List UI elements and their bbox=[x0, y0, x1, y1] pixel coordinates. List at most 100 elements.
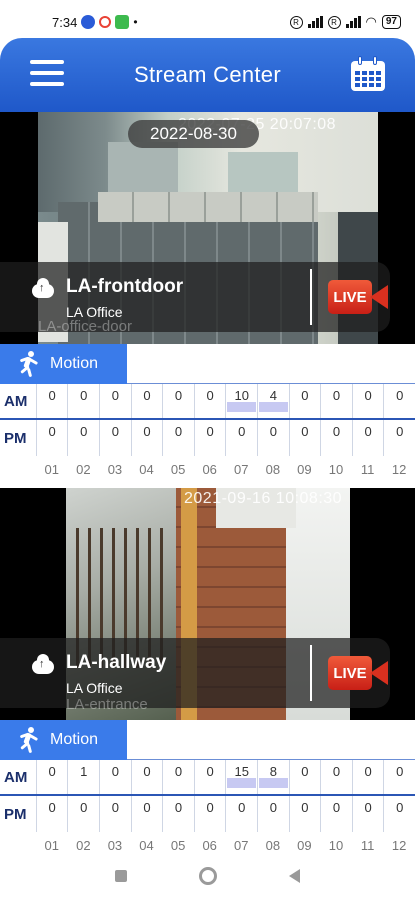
calendar-icon[interactable] bbox=[351, 56, 385, 92]
pm-cell-04[interactable]: 0 bbox=[130, 420, 163, 456]
video-camera-icon bbox=[370, 285, 388, 309]
pm-cell-06[interactable]: 0 bbox=[193, 420, 226, 456]
hour-label: 04 bbox=[139, 462, 154, 477]
home-icon[interactable] bbox=[199, 867, 217, 885]
am-cell-03[interactable]: 0 bbox=[99, 760, 131, 794]
back-icon[interactable] bbox=[289, 869, 300, 883]
am-cell-01[interactable]: 0 bbox=[35, 760, 68, 794]
pm-cell-03[interactable]: 0 bbox=[99, 420, 131, 456]
pm-cell-08[interactable]: 0 bbox=[257, 796, 289, 832]
am-cell-06[interactable]: 0 bbox=[193, 384, 226, 418]
am-cell-09[interactable]: 0 bbox=[288, 384, 321, 418]
menu-icon[interactable] bbox=[30, 60, 64, 90]
video-feed[interactable]: 2022-07-25 20:07:08 2022-08-30 LA-frontd… bbox=[0, 112, 415, 344]
video-camera-icon bbox=[370, 661, 388, 685]
pm-cell-09[interactable]: 0 bbox=[288, 420, 321, 456]
pm-cell-12[interactable]: 0 bbox=[383, 796, 415, 832]
am-cell-08[interactable]: 8 bbox=[257, 760, 289, 794]
hour-label: 05 bbox=[170, 462, 186, 477]
am-cell-12[interactable]: 0 bbox=[383, 384, 415, 418]
pm-cell-04[interactable]: 0 bbox=[130, 796, 163, 832]
hour-label: 01 bbox=[44, 462, 60, 477]
live-button[interactable]: LIVE bbox=[328, 656, 388, 690]
hour-label: 06 bbox=[202, 462, 217, 477]
am-cell-01[interactable]: 0 bbox=[35, 384, 68, 418]
am-cell-05[interactable]: 0 bbox=[162, 760, 194, 794]
pm-cell-01[interactable]: 0 bbox=[35, 796, 68, 832]
pm-cell-05[interactable]: 0 bbox=[162, 420, 194, 456]
pm-cell-07[interactable]: 0 bbox=[225, 796, 257, 832]
am-cell-08[interactable]: 4 bbox=[257, 384, 289, 418]
camera-location: LA Office bbox=[66, 680, 123, 696]
pm-label: PM bbox=[4, 429, 27, 447]
am-cell-07[interactable]: 10 bbox=[225, 384, 257, 418]
hour-label: 02 bbox=[76, 462, 91, 477]
camera-card-frontdoor: 2022-07-25 20:07:08 2022-08-30 LA-frontd… bbox=[0, 112, 415, 486]
battery-icon: 97 bbox=[381, 15, 401, 29]
camera-watermark: LA-entrance bbox=[66, 696, 148, 713]
pm-cell-01[interactable]: 0 bbox=[35, 420, 68, 456]
hour-axis: 01 02 03 04 05 06 07 08 09 10 11 12 bbox=[0, 456, 415, 486]
hour-label: 08 bbox=[265, 462, 281, 477]
battery-level: 97 bbox=[385, 16, 397, 27]
google-icon bbox=[99, 16, 112, 28]
pm-cell-12[interactable]: 0 bbox=[383, 420, 415, 456]
cloud-upload-icon[interactable] bbox=[32, 654, 54, 674]
dot-icon: • bbox=[133, 15, 138, 29]
pm-cell-11[interactable]: 0 bbox=[351, 796, 384, 832]
r-icon: R bbox=[327, 15, 341, 29]
am-cell-03[interactable]: 0 bbox=[99, 384, 131, 418]
hour-label: 11 bbox=[360, 462, 375, 477]
motion-tab[interactable]: Motion bbox=[0, 344, 127, 384]
am-cell-05[interactable]: 0 bbox=[162, 384, 194, 418]
am-cell-07[interactable]: 15 bbox=[225, 760, 257, 794]
pm-cell-11[interactable]: 0 bbox=[351, 420, 384, 456]
cloud-upload-icon[interactable] bbox=[32, 278, 54, 298]
am-cell-04[interactable]: 0 bbox=[130, 384, 163, 418]
am-cell-11[interactable]: 0 bbox=[351, 384, 384, 418]
pm-label: PM bbox=[4, 805, 27, 823]
pm-cell-02[interactable]: 0 bbox=[67, 420, 99, 456]
system-nav-bar bbox=[0, 852, 415, 900]
am-cell-06[interactable]: 0 bbox=[193, 760, 226, 794]
motion-row: Motion bbox=[0, 720, 415, 760]
wifi-icon: ◠ bbox=[365, 14, 377, 29]
motion-label: Motion bbox=[50, 355, 99, 372]
live-label: LIVE bbox=[328, 280, 372, 314]
hour-label: 09 bbox=[297, 462, 312, 477]
pm-cell-02[interactable]: 0 bbox=[67, 796, 99, 832]
am-cell-02[interactable]: 1 bbox=[67, 760, 99, 794]
page-title: Stream Center bbox=[134, 62, 281, 87]
pm-cell-08[interactable]: 0 bbox=[257, 420, 289, 456]
pm-cell-09[interactable]: 0 bbox=[288, 796, 321, 832]
status-time: 7:34 bbox=[52, 14, 78, 30]
am-cell-10[interactable]: 0 bbox=[320, 384, 352, 418]
am-cell-10[interactable]: 0 bbox=[320, 760, 352, 794]
video-feed[interactable]: 2021-09-16 10:08:30 LA-hallway LA Office… bbox=[0, 488, 415, 720]
signal-icon bbox=[345, 16, 361, 28]
am-label: AM bbox=[4, 392, 28, 410]
camera-card-hallway: 2021-09-16 10:08:30 LA-hallway LA Office… bbox=[0, 488, 415, 862]
motion-tab[interactable]: Motion bbox=[0, 720, 127, 760]
pm-cell-10[interactable]: 0 bbox=[320, 796, 352, 832]
pm-cell-05[interactable]: 0 bbox=[162, 796, 194, 832]
am-label: AM bbox=[4, 768, 28, 786]
am-cell-11[interactable]: 0 bbox=[351, 760, 384, 794]
pm-cell-07[interactable]: 0 bbox=[225, 420, 257, 456]
am-cell-09[interactable]: 0 bbox=[288, 760, 321, 794]
call-icon bbox=[81, 15, 96, 29]
pm-cell-06[interactable]: 0 bbox=[193, 796, 226, 832]
am-cell-04[interactable]: 0 bbox=[130, 760, 163, 794]
running-person-icon bbox=[18, 351, 40, 378]
pm-cell-03[interactable]: 0 bbox=[99, 796, 131, 832]
camera-watermark: LA-office-door bbox=[38, 318, 132, 335]
live-button[interactable]: LIVE bbox=[328, 280, 388, 314]
running-person-icon bbox=[18, 727, 40, 754]
am-cell-12[interactable]: 0 bbox=[383, 760, 415, 794]
date-pill: 2022-08-30 bbox=[128, 120, 259, 148]
am-cell-02[interactable]: 0 bbox=[67, 384, 99, 418]
pm-cell-10[interactable]: 0 bbox=[320, 420, 352, 456]
camera-name: LA-frontdoor bbox=[66, 276, 184, 297]
recent-apps-icon[interactable] bbox=[115, 870, 127, 882]
camera-info-bar: LA-hallway LA Office LIVE bbox=[0, 638, 390, 708]
